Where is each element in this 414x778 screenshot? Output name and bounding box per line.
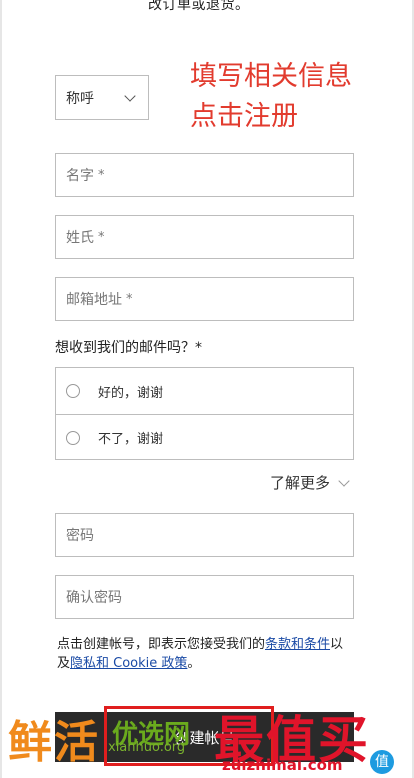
required-marker: * [98, 167, 105, 183]
learn-more-label: 了解更多 [270, 474, 331, 492]
email-field[interactable]: 邮箱地址 * [55, 277, 354, 321]
newsletter-question: 想收到我们的邮件吗？* [55, 340, 202, 356]
learn-more-toggle[interactable]: 了解更多 [270, 472, 350, 493]
terms-suffix: 。 [187, 656, 201, 671]
password-placeholder: 密码 [66, 528, 94, 544]
watermark-left: 鲜活 优选网 xianhuo.org [0, 700, 210, 778]
terms-text: 点击创建帐号，即表示您接受我们的条款和条件以及隐私和 Cookie 政策。 [57, 635, 355, 673]
frame-left-border [0, 0, 2, 778]
annotation-line-2: 点击注册 [190, 101, 298, 132]
terms-link[interactable]: 条款和条件 [265, 637, 330, 652]
intro-text-fragment: 改订单或退货。 [148, 0, 250, 13]
last-name-field[interactable]: 姓氏 * [55, 215, 354, 259]
watermark-logo-icon: 值 [370, 750, 394, 774]
terms-prefix: 点击创建帐号，即表示您接受我们的 [57, 637, 266, 652]
first-name-placeholder: 名字 [66, 168, 94, 184]
radio-option-label: 好的，谢谢 [98, 385, 164, 401]
watermark-right-sub: zuizhimai.com [222, 756, 343, 774]
radio-button-icon[interactable] [66, 430, 80, 445]
privacy-link[interactable]: 隐私和 Cookie 政策 [70, 656, 187, 671]
watermark-left-sub: xianhuo.org [108, 740, 186, 755]
radio-option-yes[interactable]: 好的，谢谢 [56, 368, 353, 414]
last-name-placeholder: 姓氏 [66, 230, 94, 246]
required-marker: * [126, 291, 133, 307]
watermark-left-title: 鲜活 [8, 717, 100, 768]
annotation-line-1: 填写相关信息 [190, 61, 352, 92]
first-name-field[interactable]: 名字 * [55, 153, 354, 197]
radio-button-icon[interactable] [66, 384, 80, 398]
salutation-select[interactable]: 称呼 [55, 75, 149, 120]
email-placeholder: 邮箱地址 [66, 292, 122, 308]
chevron-down-icon [338, 474, 350, 487]
salutation-value: 称呼 [66, 90, 94, 107]
radio-option-label: 不了，谢谢 [98, 432, 164, 447]
chevron-down-icon [124, 89, 136, 102]
radio-option-no[interactable]: 不了，谢谢 [56, 414, 353, 460]
required-marker: * [98, 229, 105, 245]
watermark-right: 最值买 zuizhimai.com 值 [200, 700, 414, 778]
confirm-password-placeholder: 确认密码 [66, 590, 122, 606]
password-field[interactable]: 密码 [55, 513, 354, 557]
red-annotation: 填写相关信息 点击注册 [190, 57, 352, 137]
confirm-password-field[interactable]: 确认密码 [55, 575, 354, 619]
newsletter-radio-group: 好的，谢谢 不了，谢谢 [55, 367, 354, 460]
